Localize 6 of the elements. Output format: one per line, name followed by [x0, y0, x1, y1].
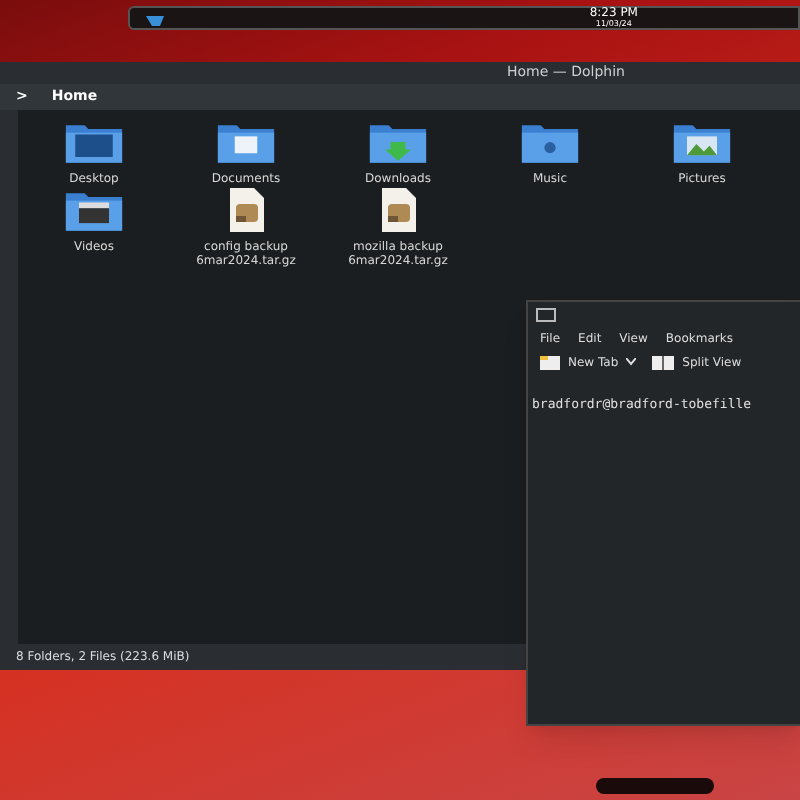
caret-icon	[626, 358, 637, 366]
terminal-icon	[536, 307, 556, 321]
dock-drawing	[596, 778, 714, 794]
split-view-icon	[652, 355, 675, 369]
tab-icon	[540, 355, 560, 369]
network-icon	[146, 11, 164, 25]
